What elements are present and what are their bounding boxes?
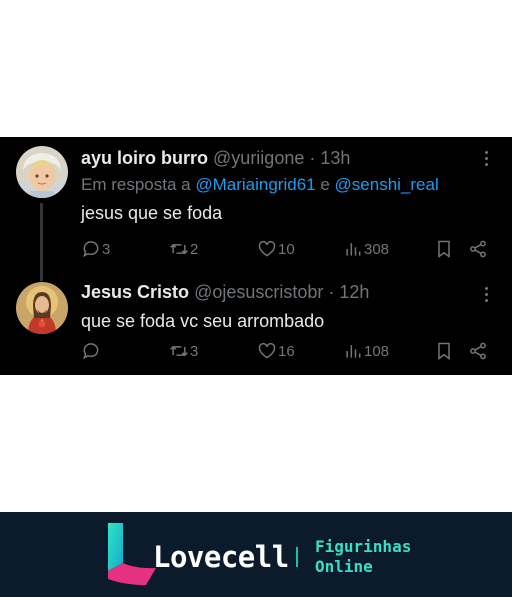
avatar[interactable] — [16, 146, 68, 198]
reply-context: Em resposta a @Mariaingrid61 e @senshi_r… — [81, 175, 439, 195]
mention-link[interactable]: @senshi_real — [335, 175, 439, 194]
retweet-icon — [170, 243, 188, 255]
footer-banner: Lovecell Figurinhas Online — [0, 512, 512, 597]
tweet-text: jesus que se foda — [81, 203, 223, 223]
tweet-header: ayu loiro burro @yuriigone · 13h — [81, 147, 472, 169]
views-count: 308 — [364, 240, 390, 258]
reply-prefix: Em resposta a — [81, 175, 191, 194]
tweet-thread: ayu loiro burro @yuriigone · 13h Em resp… — [0, 137, 512, 375]
more-dots-icon[interactable] — [484, 287, 490, 305]
bookmark-button[interactable] — [434, 237, 454, 261]
display-name[interactable]: Jesus Cristo — [81, 282, 189, 302]
tweet-text: que se foda vc seu arrombado — [81, 311, 325, 331]
bar-chart-icon — [346, 345, 361, 358]
reply-button[interactable]: 3 — [81, 237, 110, 261]
like-button[interactable]: 16 — [257, 339, 295, 363]
share-button[interactable] — [468, 237, 488, 261]
reply-button[interactable] — [81, 339, 102, 363]
tagline: Figurinhas Online — [315, 537, 411, 577]
like-count: 16 — [278, 342, 295, 360]
heart-icon — [258, 342, 276, 359]
retweet-count: 3 — [190, 342, 199, 360]
display-name[interactable]: ayu loiro burro — [81, 148, 208, 168]
retweet-button[interactable]: 2 — [169, 237, 198, 261]
retweet-button[interactable]: 3 — [169, 339, 198, 363]
handle[interactable]: @ojesuscristobr — [194, 282, 323, 302]
more-dots-icon[interactable] — [484, 151, 490, 169]
views-count: 108 — [364, 342, 390, 360]
bar-chart-icon — [346, 243, 361, 256]
brand-name: Lovecell — [153, 540, 289, 574]
footer-divider — [296, 547, 298, 567]
reply-count: 3 — [102, 240, 111, 258]
views-button[interactable]: 108 — [343, 339, 389, 363]
bookmark-icon — [438, 342, 450, 360]
avatar[interactable] — [16, 282, 68, 334]
bookmark-button[interactable] — [434, 339, 454, 363]
child-avatar-image — [16, 146, 68, 198]
tagline-line-2: Online — [315, 557, 373, 576]
tweet[interactable]: ayu loiro burro @yuriigone · 13h Em resp… — [0, 137, 512, 281]
share-icon — [470, 240, 486, 258]
speech-bubble-icon — [83, 343, 99, 360]
bookmark-icon — [438, 240, 450, 258]
lovecell-logo-icon — [108, 523, 156, 585]
timestamp[interactable]: · 13h — [309, 148, 350, 168]
retweet-count: 2 — [190, 240, 199, 258]
heart-icon — [258, 240, 276, 257]
tweet-actions: 3 16 108 — [81, 339, 488, 363]
retweet-icon — [170, 345, 188, 357]
timestamp[interactable]: · 12h — [328, 282, 369, 302]
handle[interactable]: @yuriigone — [213, 148, 304, 168]
like-count: 10 — [278, 240, 295, 258]
views-button[interactable]: 308 — [343, 237, 389, 261]
share-icon — [470, 342, 486, 360]
speech-bubble-icon — [83, 241, 99, 258]
tagline-line-1: Figurinhas — [315, 537, 412, 556]
thread-connector — [40, 203, 43, 281]
tweet-header: Jesus Cristo @ojesuscristobr · 12h — [81, 281, 472, 303]
jesus-avatar-image — [16, 282, 68, 334]
mention-link[interactable]: @Mariaingrid61 — [195, 175, 315, 194]
tweet-actions: 3 2 10 308 — [81, 237, 488, 261]
like-button[interactable]: 10 — [257, 237, 295, 261]
share-button[interactable] — [468, 339, 488, 363]
tweet[interactable]: Jesus Cristo @ojesuscristobr · 12h que s… — [0, 271, 512, 375]
reply-joiner: e — [320, 175, 330, 194]
